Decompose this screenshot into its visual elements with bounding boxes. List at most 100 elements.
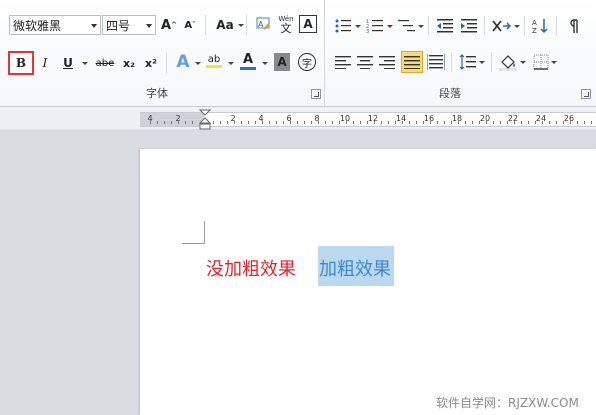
bullets-button[interactable] (333, 16, 353, 36)
indent-marker-icon[interactable] (199, 109, 211, 131)
ruler-tick (346, 121, 347, 124)
strikethrough-button[interactable]: abe (93, 53, 117, 73)
ruler-tick (311, 121, 312, 124)
highlight-button[interactable]: ab (204, 51, 224, 71)
decrease-indent-button[interactable] (435, 16, 455, 36)
chevron-down-icon[interactable] (387, 25, 393, 28)
margin-corner-mark (182, 221, 205, 244)
change-case-icon: Aa (216, 18, 234, 32)
justify-button[interactable] (401, 51, 423, 73)
clear-format-button[interactable]: A (253, 14, 273, 34)
svg-text:A: A (258, 20, 264, 29)
multilevel-list-button[interactable] (397, 16, 417, 36)
chevron-down-icon[interactable] (91, 24, 97, 28)
svg-text:Z: Z (532, 27, 537, 35)
font-dialog-launcher-icon[interactable] (311, 89, 321, 99)
ruler-tick (318, 121, 319, 124)
align-center-button[interactable] (355, 52, 375, 72)
ruler-tick (381, 121, 382, 124)
italic-icon: I (42, 56, 48, 70)
font-group-label: 字体 (146, 87, 168, 100)
font-color-button[interactable]: A (238, 51, 258, 71)
ruler-tick (500, 121, 501, 124)
distributed-button[interactable] (426, 52, 446, 72)
align-left-button[interactable] (333, 52, 353, 72)
ruler-tick (409, 121, 410, 124)
font-name-combo[interactable]: 微软雅黑 (9, 15, 101, 35)
chevron-down-icon[interactable] (355, 25, 361, 28)
font-size-combo[interactable]: 四号 (102, 15, 156, 35)
chevron-down-icon[interactable] (418, 25, 424, 28)
font-color-bar (240, 67, 256, 70)
superscript-button[interactable]: x² (141, 53, 161, 73)
chinese-layout-button[interactable] (491, 16, 511, 36)
sort-icon: AZ (532, 19, 548, 35)
paragraph-dialog-launcher-icon[interactable] (581, 89, 591, 99)
char-border-button[interactable]: A (299, 15, 317, 33)
highlight-color-bar (206, 65, 222, 68)
italic-button[interactable]: I (35, 53, 55, 73)
underline-button[interactable]: U (58, 53, 78, 73)
text-bold-selected[interactable]: 加粗效果 (319, 255, 391, 281)
ruler-tick (430, 121, 431, 124)
shading-button[interactable] (498, 52, 518, 72)
grow-font-button[interactable]: A ^ (159, 15, 179, 35)
chevron-down-icon[interactable] (479, 61, 485, 64)
ruler-tick-label: 2 (230, 114, 236, 123)
text-effect-button[interactable]: A (173, 52, 193, 72)
ruler-tick (290, 121, 291, 124)
pinyin-guide-button[interactable]: Wén 文 (276, 14, 296, 34)
ruler-tick (521, 121, 522, 124)
align-right-icon (379, 56, 395, 69)
numbering-button[interactable]: 123 (365, 16, 385, 36)
chevron-down-icon[interactable] (238, 24, 244, 27)
ruler-tick (472, 121, 473, 124)
ruler-tick-label: 4 (258, 114, 264, 123)
ruler-tick (444, 121, 445, 124)
chevron-down-icon[interactable] (514, 25, 520, 28)
show-marks-button[interactable] (565, 16, 585, 36)
clear-format-icon: A (256, 17, 270, 30)
multilevel-list-icon (398, 19, 415, 32)
shrink-font-icon: A (184, 19, 193, 31)
chevron-down-icon[interactable] (195, 62, 201, 65)
chevron-down-icon[interactable] (146, 24, 152, 28)
ruler-tick-label: 8 (314, 114, 320, 123)
separator (451, 52, 452, 72)
char-shading-button[interactable]: A (274, 53, 290, 71)
borders-button[interactable] (531, 52, 551, 72)
enclose-char-button[interactable]: 字 (298, 53, 316, 71)
subscript-button[interactable]: x₂ (119, 53, 139, 73)
ruler-tick (269, 121, 270, 124)
align-right-button[interactable] (377, 52, 397, 72)
separator (428, 16, 429, 36)
bold-button[interactable]: B (8, 51, 34, 75)
ruler-tick (171, 121, 172, 124)
ruler-tick (507, 121, 508, 124)
text-effect-icon: A (176, 52, 190, 72)
ruler-tick (577, 121, 578, 124)
ruler-tick-label: 26 (563, 114, 575, 123)
ruler-tick (479, 121, 480, 124)
separator (556, 16, 557, 36)
ruler-tick (248, 121, 249, 124)
text-not-bold[interactable]: 没加粗效果 (206, 255, 296, 281)
shrink-font-button[interactable]: Aˇ (180, 15, 200, 35)
change-case-button[interactable]: Aa (212, 15, 238, 35)
line-spacing-button[interactable] (458, 52, 478, 72)
chevron-down-icon[interactable] (82, 62, 88, 65)
chevron-down-icon[interactable] (228, 62, 234, 65)
ruler-tick (423, 121, 424, 124)
chevron-down-icon[interactable] (262, 62, 268, 65)
sort-button[interactable]: AZ (531, 16, 551, 36)
font-size-value: 四号 (106, 19, 131, 33)
paragraph-group-label: 段落 (439, 87, 461, 100)
font-color-icon: A (242, 52, 254, 67)
chevron-down-icon[interactable] (520, 61, 526, 64)
chevron-down-icon[interactable] (551, 61, 557, 64)
font-group: 微软雅黑 四号 A ^ Aˇ Aa A Wén 文 A B I U abe x₂… (0, 0, 324, 106)
distributed-icon (427, 54, 445, 70)
ruler-tick (402, 121, 403, 124)
increase-indent-button[interactable] (459, 16, 479, 36)
align-left-icon (335, 56, 351, 69)
